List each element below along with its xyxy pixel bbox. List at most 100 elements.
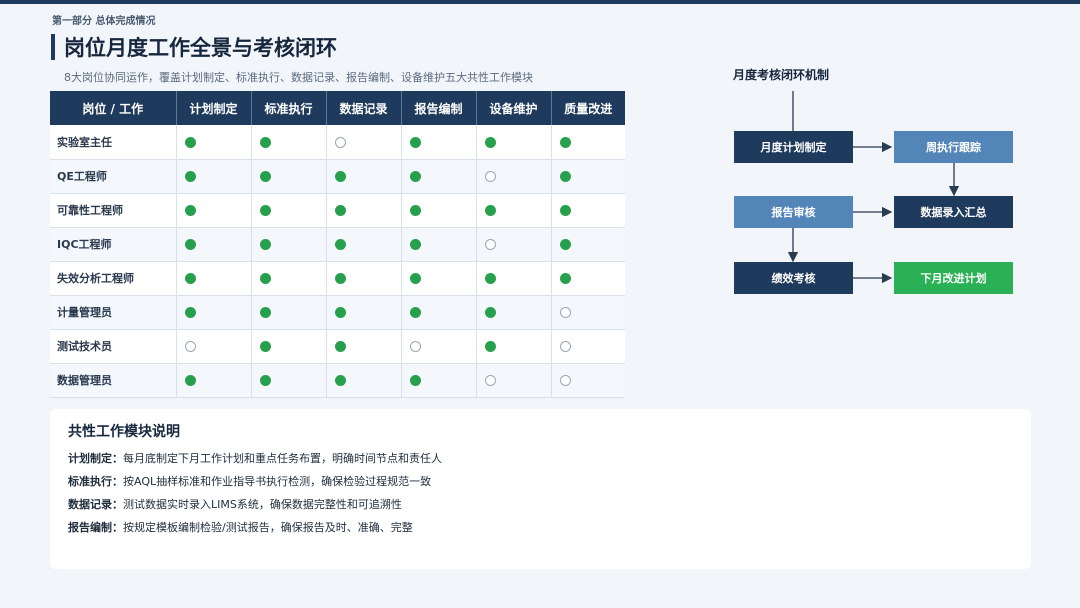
filled-circle-icon [484,205,496,216]
assignment-cell [251,261,327,296]
assignment-cell [476,125,552,160]
section-tag: 第一部分 总体完成情况 [52,16,156,27]
matrix-header-cell: 设备维护 [476,91,552,125]
role-name-cell: 失效分析工程师 [50,261,177,296]
assignment-cell [401,159,477,194]
assignment-cell [476,295,552,330]
assignment-cell [551,125,625,160]
filled-circle-icon [484,136,496,148]
table-row: QE工程师 [50,159,625,194]
empty-circle-icon [409,341,421,352]
module-text: 按规定模板编制检验/测试报告，确保报告及时、准确、完整 [123,521,413,534]
filled-circle-icon [259,239,271,250]
filled-circle-icon [334,341,346,352]
flow-step-plan: 月度计划制定 [734,131,853,163]
filled-circle-icon [559,136,571,148]
empty-circle-icon [559,307,571,318]
assignment-cell [476,329,552,364]
module-label: 计划制定： [68,452,123,465]
module-item: 标准执行：按AQL抽样标准和作业指导书执行检测，确保检验过程规范一致 [68,473,431,489]
assignment-cell [251,329,327,364]
assignment-cell [176,363,252,398]
role-name-cell: 数据管理员 [50,363,177,398]
assignment-cell [326,329,402,364]
module-label: 报告编制： [68,521,123,534]
assignment-cell [176,295,252,330]
assignment-cell [326,125,402,160]
assignment-cell [251,295,327,330]
filled-circle-icon [259,171,271,182]
assignment-cell [476,363,552,398]
assignment-cell [551,295,625,330]
filled-circle-icon [259,273,271,284]
module-item: 数据记录：测试数据实时录入LIMS系统，确保数据完整性和可追溯性 [68,496,402,512]
module-text: 每月底制定下月工作计划和重点任务布置，明确时间节点和责任人 [123,452,442,465]
empty-circle-icon [484,375,496,386]
matrix-header-cell: 岗位 / 工作 [50,91,177,125]
filled-circle-icon [259,307,271,318]
table-row: 失效分析工程师 [50,261,625,296]
module-item: 报告编制：按规定模板编制检验/测试报告，确保报告及时、准确、完整 [68,519,413,535]
assignment-cell [251,125,327,160]
flow-step-data: 数据录入汇总 [894,196,1013,228]
filled-circle-icon [559,205,571,216]
matrix-header-cell: 质量改进 [551,91,625,125]
flow-step-track: 周执行跟踪 [894,131,1013,163]
filled-circle-icon [184,307,196,318]
filled-circle-icon [559,273,571,284]
filled-circle-icon [184,239,196,250]
assignment-cell [176,261,252,296]
assignment-cell [251,363,327,398]
matrix-header-cell: 数据记录 [326,91,402,125]
assignment-cell [401,363,477,398]
assignment-cell [251,227,327,262]
page-subtitle: 8大岗位协同运作，覆盖计划制定、标准执行、数据记录、报告编制、设备维护五大共性工… [64,71,533,84]
table-row: 测试技术员 [50,329,625,364]
empty-circle-icon [484,239,496,250]
role-name-cell: QE工程师 [50,159,177,194]
assignment-cell [401,329,477,364]
filled-circle-icon [559,171,571,182]
filled-circle-icon [484,341,496,352]
filled-circle-icon [409,205,421,216]
assignment-cell [326,261,402,296]
assignment-cell [551,329,625,364]
assignment-cell [551,159,625,194]
empty-circle-icon [184,341,196,352]
assignment-cell [251,159,327,194]
table-row: 数据管理员 [50,363,625,398]
table-row: 计量管理员 [50,295,625,330]
table-row: 可靠性工程师 [50,193,625,228]
filled-circle-icon [184,375,196,386]
filled-circle-icon [334,375,346,386]
empty-circle-icon [559,375,571,386]
filled-circle-icon [184,136,196,148]
filled-circle-icon [409,273,421,284]
filled-circle-icon [334,171,346,182]
assignment-cell [551,363,625,398]
role-name-cell: 可靠性工程师 [50,193,177,228]
table-row: IQC工程师 [50,227,625,262]
top-accent-bar [0,0,1080,4]
assignment-cell [401,193,477,228]
filled-circle-icon [184,205,196,216]
assignment-cell [551,227,625,262]
role-name-cell: 实验室主任 [50,125,177,160]
empty-circle-icon [484,171,496,182]
assignment-cell [551,261,625,296]
assignment-cell [476,159,552,194]
role-name-cell: 计量管理员 [50,295,177,330]
assignment-cell [401,295,477,330]
assignment-cell [326,363,402,398]
matrix-header-cell: 报告编制 [401,91,477,125]
filled-circle-icon [409,307,421,318]
assignment-cell [176,159,252,194]
page-title: 岗位月度工作全景与考核闭环 [64,36,337,60]
filled-circle-icon [484,273,496,284]
filled-circle-icon [334,205,346,216]
assignment-cell [326,159,402,194]
filled-circle-icon [334,273,346,284]
filled-circle-icon [559,239,571,250]
assignment-cell [476,193,552,228]
assignment-cell [326,227,402,262]
